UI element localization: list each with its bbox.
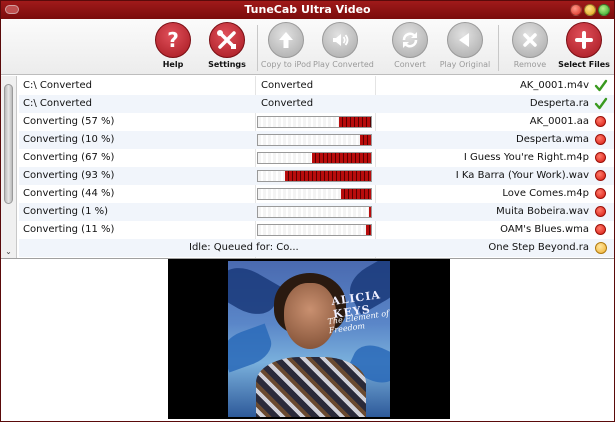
help-label: Help — [162, 60, 184, 69]
file-row[interactable]: Converting (1 %) Muita Bobeira.wav — [19, 203, 614, 221]
progress-fill — [366, 225, 371, 235]
converting-status-icon — [594, 151, 608, 165]
file-list[interactable]: ⌄ C:\ Converted Converted AK_0001.m4v C:\ C… — [1, 76, 614, 259]
select-files-label: Select Files — [558, 60, 610, 69]
progress-bar — [257, 134, 372, 146]
minimize-window-button[interactable] — [584, 4, 596, 16]
destination-cell: Converting (93 %) — [23, 170, 115, 181]
select-files-button[interactable]: Select Files — [557, 22, 611, 74]
checkmark-icon — [594, 79, 608, 93]
tools-icon — [209, 22, 245, 58]
file-row[interactable]: Converting (11 %) OAM's Blues.wma — [19, 221, 614, 239]
file-row[interactable]: Converting (10 %) Desperta.wma — [19, 131, 614, 149]
convert-button[interactable]: Convert — [383, 22, 437, 74]
vertical-scrollbar[interactable]: ⌄ — [1, 76, 17, 258]
app-window: TuneCab Ultra Video ? Help Settings Copy… — [0, 0, 615, 422]
progress-bar — [257, 170, 372, 182]
convert-label: Convert — [394, 60, 426, 69]
progress-bar — [257, 116, 372, 128]
question-icon: ? — [155, 22, 191, 58]
window-title: TuneCab Ultra Video — [244, 3, 371, 16]
progress-bar — [257, 152, 372, 164]
destination-cell: Converting (67 %) — [23, 152, 115, 163]
progress-fill — [368, 207, 371, 217]
play-converted-label: Play Converted — [313, 60, 374, 69]
converting-status-icon — [594, 133, 608, 147]
destination-cell: Converting (57 %) — [23, 116, 115, 127]
status-cell: Converted — [261, 80, 314, 91]
progress-bar — [257, 188, 372, 200]
close-window-button[interactable] — [570, 4, 582, 16]
toolbar-separator — [257, 25, 258, 71]
progress-fill — [285, 171, 371, 181]
file-name-cell: AK_0001.m4v — [519, 80, 589, 91]
plus-icon — [566, 22, 602, 58]
copy-to-ipod-label: Copy to iPod — [260, 60, 312, 69]
progress-bar — [257, 224, 372, 236]
converting-status-icon — [594, 115, 608, 129]
progress-fill — [340, 189, 371, 199]
settings-button[interactable]: Settings — [200, 22, 254, 74]
converting-status-icon — [594, 187, 608, 201]
arrow-up-icon — [268, 22, 304, 58]
destination-cell: Converting (1 %) — [23, 206, 109, 217]
copy-to-ipod-button[interactable]: Copy to iPod — [259, 22, 313, 74]
speaker-icon — [322, 22, 358, 58]
converting-status-icon — [594, 223, 608, 237]
file-name-cell: OAM's Blues.wma — [500, 224, 589, 235]
file-name-cell: Muita Bobeira.wav — [496, 206, 589, 217]
progress-fill — [312, 153, 371, 163]
toolbar: ? Help Settings Copy to iPod Play Conver… — [1, 19, 614, 75]
scroll-thumb[interactable] — [4, 84, 13, 204]
file-name-cell: Desperta.ra — [529, 98, 589, 109]
file-row[interactable]: C:\ Converted Converted AK_0001.m4v — [19, 77, 614, 95]
file-name-cell: AK_0001.aa — [529, 116, 589, 127]
svg-text:?: ? — [167, 28, 179, 52]
toolbar-separator — [498, 25, 499, 71]
progress-fill — [359, 135, 371, 145]
status-cell: Idle: Queued for: Co... — [189, 242, 299, 253]
album-cover-image: ALICIA KEYS The Element of Freedom — [228, 261, 390, 417]
destination-cell: C:\ Converted — [23, 98, 92, 109]
file-row[interactable]: Idle: Queued for: Co... One Step Beyond.r… — [19, 239, 614, 257]
play-icon — [447, 22, 483, 58]
x-icon — [512, 22, 548, 58]
cover-face-shape — [284, 283, 336, 349]
progress-bar — [257, 206, 372, 218]
file-name-cell: One Step Beyond.ra — [488, 242, 589, 253]
converting-status-icon — [594, 205, 608, 219]
destination-cell: C:\ Converted — [23, 80, 92, 91]
file-name-cell: I Guess You're Right.m4p — [463, 152, 589, 163]
status-cell: Converted — [261, 98, 314, 109]
destination-cell: Converting (10 %) — [23, 134, 115, 145]
file-name-cell: Desperta.wma — [516, 134, 589, 145]
file-name-cell: I Ka Barra (Your Work).wav — [455, 170, 589, 181]
file-row[interactable]: Converting (44 %) Love Comes.m4p — [19, 185, 614, 203]
play-original-label: Play Original — [439, 60, 491, 69]
zoom-window-button[interactable] — [598, 4, 610, 16]
album-art-preview: ALICIA KEYS The Element of Freedom — [168, 259, 450, 419]
title-bar[interactable]: TuneCab Ultra Video — [1, 1, 614, 19]
converting-status-icon — [594, 169, 608, 183]
file-name-cell: Love Comes.m4p — [502, 188, 589, 199]
destination-cell: Converting (44 %) — [23, 188, 115, 199]
remove-button[interactable]: Remove — [503, 22, 557, 74]
play-original-button[interactable]: Play Original — [438, 22, 492, 74]
file-row[interactable]: Converting (93 %) I Ka Barra (Your Work).… — [19, 167, 614, 185]
remove-label: Remove — [513, 60, 547, 69]
settings-label: Settings — [208, 60, 246, 69]
file-row[interactable]: Converting (57 %) AK_0001.aa — [19, 113, 614, 131]
destination-cell: Converting (11 %) — [23, 224, 115, 235]
checkmark-icon — [594, 97, 608, 111]
file-row[interactable]: C:\ Converted Converted Desperta.ra — [19, 95, 614, 113]
queued-clock-icon — [594, 241, 608, 255]
file-row[interactable]: Converting (67 %) I Guess You're Right.m4… — [19, 149, 614, 167]
play-converted-button[interactable]: Play Converted — [313, 22, 374, 74]
cover-dress-shape — [256, 357, 366, 417]
scroll-down-arrow-icon[interactable]: ⌄ — [3, 247, 14, 257]
progress-fill — [339, 117, 371, 127]
help-button[interactable]: ? Help — [146, 22, 200, 74]
refresh-icon — [392, 22, 428, 58]
